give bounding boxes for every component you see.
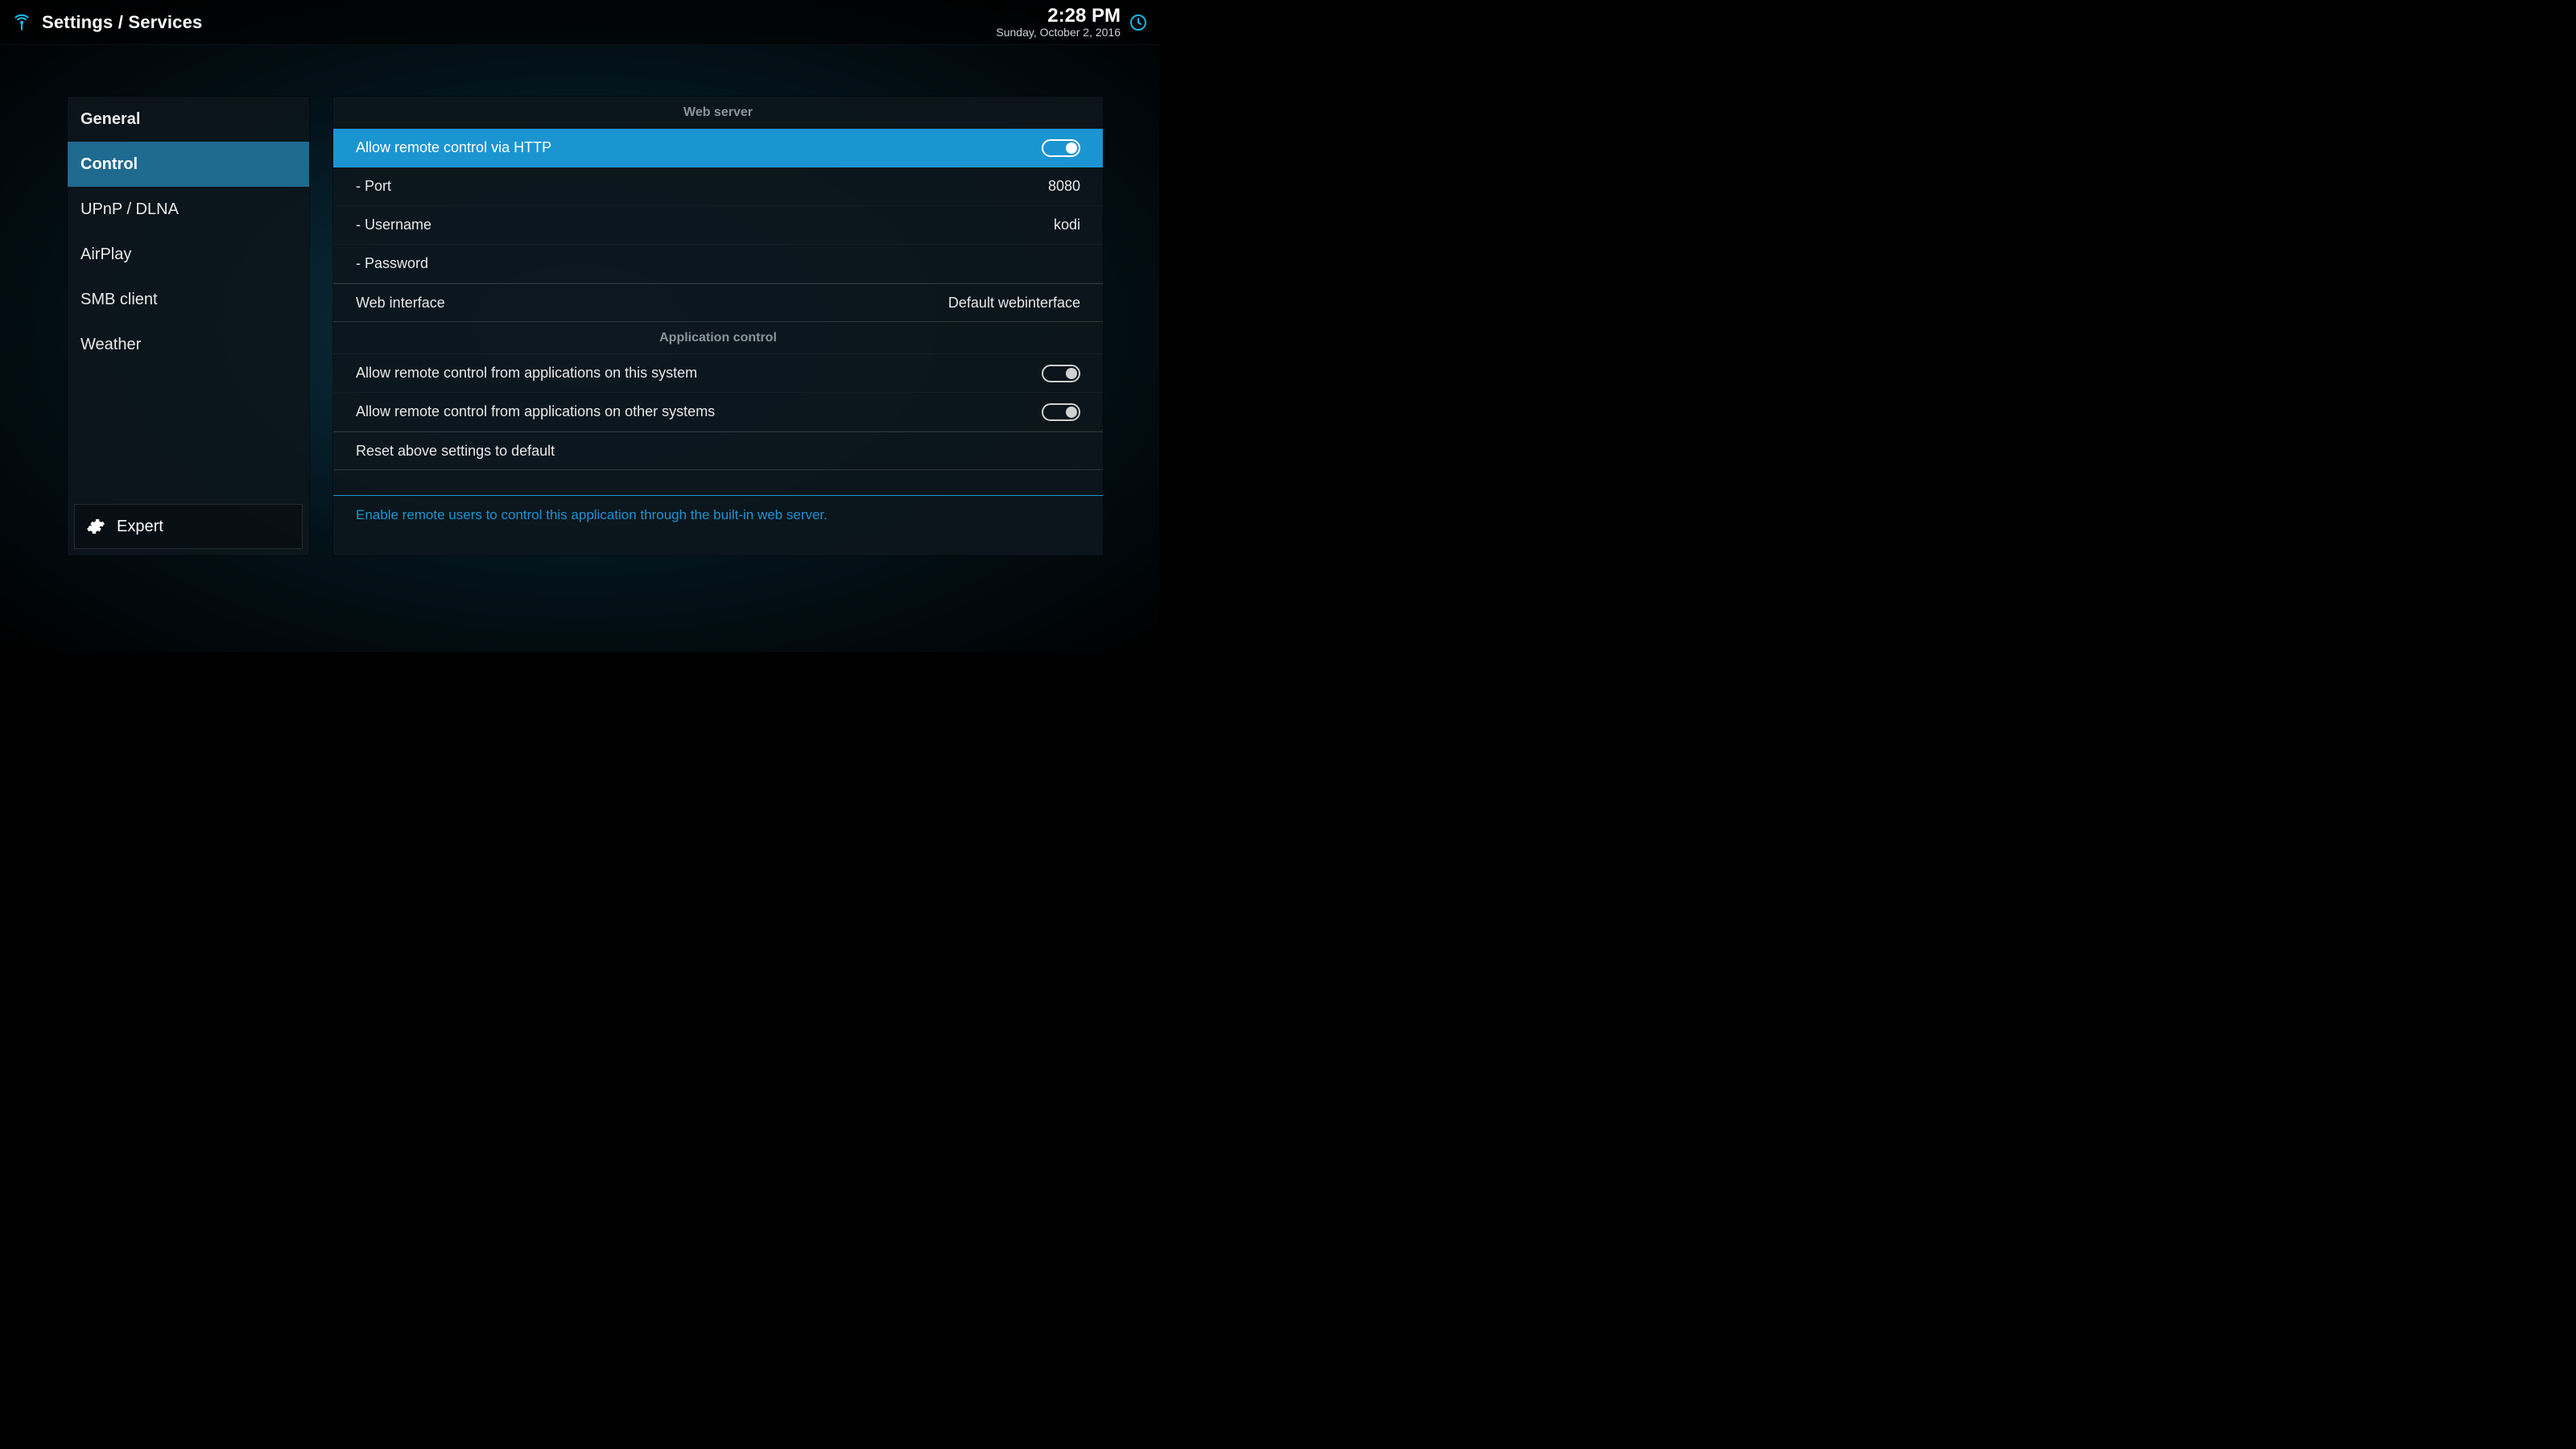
section-header-application-control: Application control [333,322,1103,354]
sidebar-item-general[interactable]: General [68,97,309,142]
setting-reset-defaults[interactable]: Reset above settings to default [333,431,1103,470]
setting-label: Web interface [356,295,445,312]
settings-level-label: Expert [117,518,163,536]
setting-label: Allow remote control from applications o… [356,403,715,420]
main-panel: Web server Allow remote control via HTTP… [333,97,1103,555]
toggle-icon [1042,365,1080,382]
setting-label: Password [356,255,428,272]
setting-label: Reset above settings to default [356,443,555,460]
setting-web-interface[interactable]: Web interface Default webinterface [333,283,1103,322]
setting-password[interactable]: Password [333,245,1103,283]
sidebar-item-label: Control [80,155,138,174]
sidebar-item-label: UPnP / DLNA [80,200,179,219]
sidebar-item-upnp-dlna[interactable]: UPnP / DLNA [68,187,309,232]
sidebar-item-weather[interactable]: Weather [68,322,309,367]
setting-value: 8080 [1048,178,1080,195]
setting-value: Default webinterface [948,295,1080,312]
sidebar-item-smb-client[interactable]: SMB client [68,277,309,322]
gear-icon [86,517,105,536]
sidebar-item-label: AirPlay [80,246,131,264]
setting-label: Username [356,217,431,233]
sidebar-item-label: Weather [80,336,141,354]
setting-label: Allow remote control from applications o… [356,365,697,382]
toggle-icon [1042,139,1080,157]
header-bar: Settings / Services 2:28 PM Sunday, Octo… [0,0,1159,45]
sidebar: General Control UPnP / DLNA AirPlay SMB … [68,97,309,555]
sidebar-item-label: General [80,110,140,129]
setting-allow-remote-this-system[interactable]: Allow remote control from applications o… [333,354,1103,393]
setting-label: Port [356,178,391,195]
setting-allow-remote-other-systems[interactable]: Allow remote control from applications o… [333,393,1103,431]
breadcrumb: Settings / Services [42,12,202,33]
clock-date: Sunday, October 2, 2016 [996,27,1121,39]
clock-time: 2:28 PM [996,6,1121,27]
settings-level-button[interactable]: Expert [74,504,303,549]
toggle-icon [1042,403,1080,421]
setting-username[interactable]: Username kodi [333,206,1103,245]
setting-value: kodi [1054,217,1080,233]
sidebar-item-control[interactable]: Control [68,142,309,187]
broadcast-icon [11,12,32,33]
setting-allow-remote-http[interactable]: Allow remote control via HTTP [333,129,1103,167]
sidebar-item-airplay[interactable]: AirPlay [68,232,309,277]
setting-label: Allow remote control via HTTP [356,139,551,156]
section-header-web-server: Web server [333,97,1103,129]
setting-description: Enable remote users to control this appl… [333,495,1103,523]
setting-port[interactable]: Port 8080 [333,167,1103,206]
clock-icon [1129,13,1148,32]
sidebar-item-label: SMB client [80,291,158,309]
